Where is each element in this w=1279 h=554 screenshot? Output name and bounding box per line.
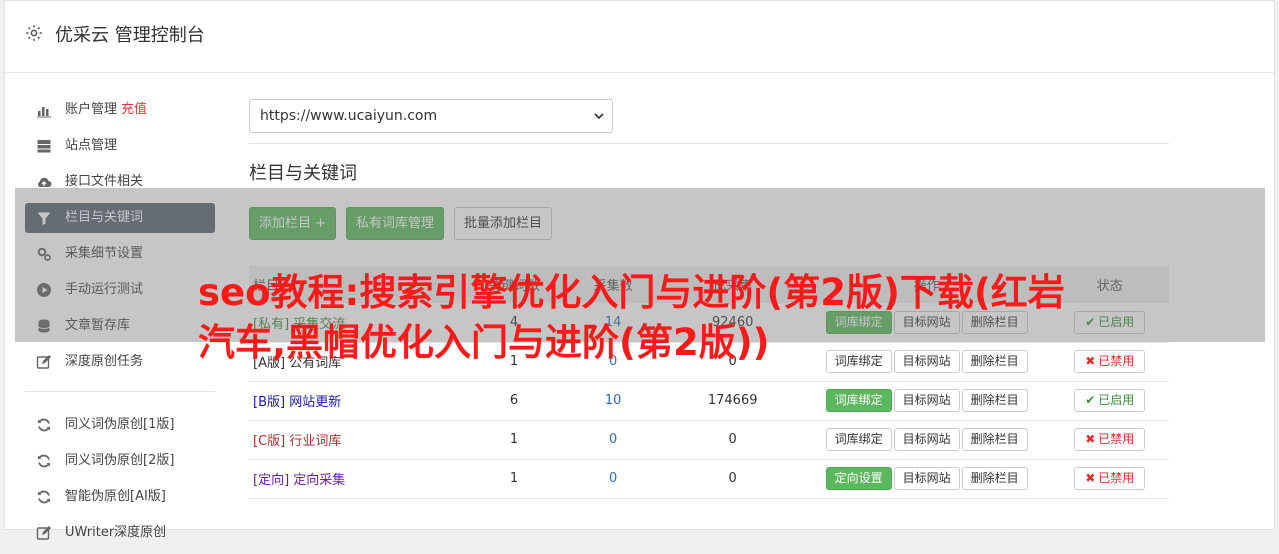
collected-count: 174669 [662, 381, 803, 421]
status-cell: ✔ 已启用 [1050, 381, 1169, 421]
bar-chart-icon [37, 107, 51, 118]
status-toggle-button[interactable]: ✖ 已禁用 [1074, 467, 1146, 490]
sidebar-item-label: UWriter深度原创 [65, 525, 167, 540]
sidebar-item-label: 深度原创任务 [65, 354, 144, 369]
bind-lib-button[interactable]: 词库绑定 [825, 389, 892, 412]
column-tag: [定向] [253, 473, 290, 488]
column-name-cell: [定向] 定向采集 [249, 459, 465, 499]
sidebar-item-0[interactable]: 账户管理 充值 [25, 95, 215, 125]
sidebar-item-b3[interactable]: UWriter深度原创 [25, 518, 215, 548]
sidebar-item-label: 站点管理 [65, 138, 118, 153]
collect-count-link[interactable]: 10 [563, 381, 663, 421]
sidebar-item-label: 接口文件相关 [65, 174, 144, 189]
sidebar-item-label: 同义词伪原创[2版] [65, 453, 175, 468]
edit-icon [36, 526, 51, 540]
column-name-cell: [B版] 网站更新 [249, 381, 465, 421]
delete-column-button[interactable]: 删除栏目 [961, 389, 1028, 412]
site-select-value: https://www.ucaiyun.com [260, 108, 438, 124]
target-site-button[interactable]: 目标网站 [893, 467, 960, 490]
status-toggle-button[interactable]: ✖ 已禁用 [1074, 428, 1146, 451]
status-toggle-button[interactable]: ✔ 已启用 [1074, 389, 1146, 412]
status-label: 已启用 [1098, 393, 1135, 407]
collected-count: 0 [662, 459, 803, 499]
collect-count-link[interactable]: 0 [563, 459, 663, 499]
refresh-icon [38, 490, 50, 504]
divider [249, 143, 1169, 144]
column-name-link[interactable]: 网站更新 [289, 395, 341, 410]
collect-count-link[interactable]: 0 [563, 420, 663, 460]
chevron-down-icon [594, 113, 604, 120]
status-label: 已禁用 [1098, 432, 1135, 446]
target-site-button[interactable]: 目标网站 [893, 428, 960, 451]
table-row: [C版] 行业词库 1 0 0 词库绑定 目标网站 删除栏目 ✖ 已禁用 [249, 420, 1169, 460]
gear-icon [26, 25, 42, 41]
page-title: 优采云 管理控制台 [55, 25, 205, 46]
collected-count: 0 [662, 420, 803, 460]
site-select[interactable]: https://www.ucaiyun.com [249, 99, 613, 133]
cross-icon: ✖ [1085, 432, 1096, 446]
refresh-icon [38, 418, 50, 432]
overlay-title: seo教程:搜索引擎优化入门与进阶(第2版)下载(红岩汽车,黑帽优化入门与进阶(… [198, 271, 1065, 364]
sidebar-item-b1[interactable]: 同义词伪原创[2版] [25, 446, 215, 476]
section-title: 栏目与关键词 [249, 163, 357, 184]
column-tag: [C版] [253, 434, 286, 449]
cross-icon: ✖ [1085, 471, 1096, 485]
sidebar-item-7[interactable]: 深度原创任务 [25, 347, 215, 377]
target-site-button[interactable]: 目标网站 [893, 389, 960, 412]
delete-column-button[interactable]: 删除栏目 [961, 428, 1028, 451]
title-bar: 优采云 管理控制台 [5, 1, 1274, 73]
sidebar-divider [25, 391, 215, 392]
delete-column-button[interactable]: 删除栏目 [961, 467, 1028, 490]
column-name-cell: [C版] 行业词库 [249, 420, 465, 460]
keyword-count: 6 [464, 381, 564, 421]
table-row: [定向] 定向采集 1 0 0 定向设置 目标网站 删除栏目 ✖ 已禁用 [249, 459, 1169, 499]
recharge-link[interactable]: 充值 [121, 102, 147, 117]
edit-icon [36, 355, 51, 369]
sidebar-item-label: 账户管理 [65, 102, 118, 117]
bind-lib-button[interactable]: 定向设置 [825, 467, 892, 490]
server-icon [37, 140, 51, 153]
column-name-link[interactable]: 定向采集 [293, 473, 345, 488]
operations-cell: 词库绑定 目标网站 删除栏目 [802, 381, 1051, 421]
column-tag: [B版] [253, 395, 286, 410]
table-row: [B版] 网站更新 6 10 174669 词库绑定 目标网站 删除栏目 ✔ 已启用 [249, 381, 1169, 421]
refresh-icon [38, 454, 50, 468]
keyword-count: 1 [464, 420, 564, 460]
status-label: 已禁用 [1098, 471, 1135, 485]
sidebar-item-1[interactable]: 站点管理 [25, 131, 215, 161]
operations-cell: 词库绑定 目标网站 删除栏目 [802, 420, 1051, 460]
status-cell: ✖ 已禁用 [1050, 420, 1169, 460]
status-label: 已禁用 [1098, 354, 1135, 368]
keyword-count: 1 [464, 459, 564, 499]
sidebar-item-label: 智能伪原创[AI版] [65, 489, 166, 504]
sidebar-item-b2[interactable]: 智能伪原创[AI版] [25, 482, 215, 512]
status-cell: ✖ 已禁用 [1050, 459, 1169, 499]
column-name-link[interactable]: 行业词库 [289, 434, 341, 449]
check-icon: ✔ [1085, 393, 1096, 407]
bind-lib-button[interactable]: 词库绑定 [825, 428, 892, 451]
sidebar-item-label: 同义词伪原创[1版] [65, 417, 175, 432]
sidebar-item-b0[interactable]: 同义词伪原创[1版] [25, 410, 215, 440]
operations-cell: 定向设置 目标网站 删除栏目 [802, 459, 1051, 499]
